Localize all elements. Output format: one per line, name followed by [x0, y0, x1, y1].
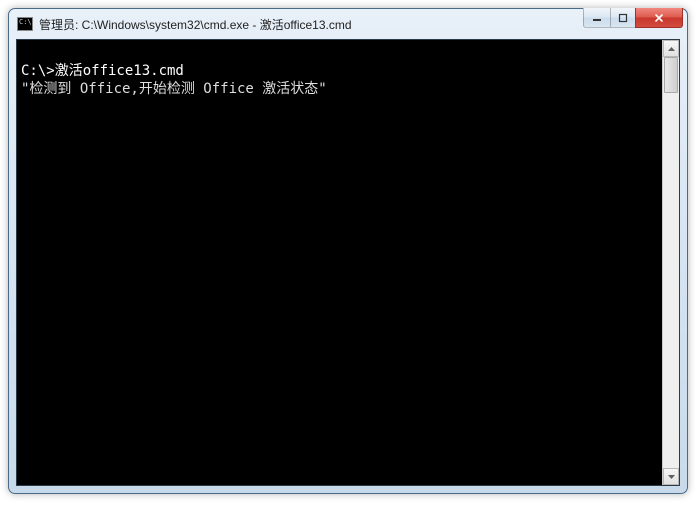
console-output[interactable]: C:\>激活office13.cmd "检测到 Office,开始检测 Offi… — [17, 40, 662, 485]
maximize-button[interactable] — [610, 8, 636, 28]
close-button[interactable] — [635, 8, 683, 28]
vertical-scrollbar[interactable] — [662, 40, 679, 485]
scroll-thumb[interactable] — [664, 57, 678, 93]
scroll-down-button[interactable] — [663, 468, 679, 485]
titlebar[interactable]: C:\ 管理员: C:\Windows\system32\cmd.exe - 激… — [9, 9, 687, 39]
cmd-window: C:\ 管理员: C:\Windows\system32\cmd.exe - 激… — [8, 8, 688, 494]
client-area: C:\>激活office13.cmd "检测到 Office,开始检测 Offi… — [16, 39, 680, 486]
console-prompt-line: C:\>激活office13.cmd — [21, 63, 184, 79]
console-output-line: "检测到 Office,开始检测 Office 激活状态" — [21, 81, 327, 97]
scroll-up-button[interactable] — [663, 40, 679, 57]
scroll-track[interactable] — [663, 57, 679, 468]
minimize-button[interactable] — [583, 8, 611, 28]
cmd-icon: C:\ — [17, 17, 33, 31]
window-controls — [584, 8, 683, 28]
